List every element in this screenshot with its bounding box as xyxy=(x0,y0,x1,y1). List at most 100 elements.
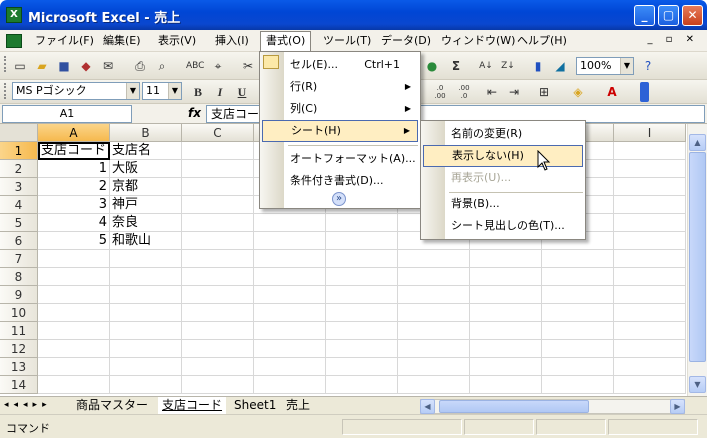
grid-cell[interactable] xyxy=(614,214,686,232)
active-cell[interactable]: 支店コード xyxy=(38,142,110,160)
grid-cell[interactable] xyxy=(542,322,614,340)
insert-function-icon[interactable]: fx xyxy=(188,106,201,120)
column-header[interactable]: I xyxy=(614,124,686,142)
toolbar-grip[interactable] xyxy=(4,56,7,72)
toolbar-grip[interactable] xyxy=(4,83,7,99)
grid-cell[interactable] xyxy=(38,304,110,322)
email-icon[interactable]: ✉ xyxy=(100,58,116,74)
row-header[interactable]: 1 xyxy=(0,142,38,160)
grid-cell[interactable] xyxy=(182,358,254,376)
zoom-select[interactable]: 100% ▼ xyxy=(576,57,634,75)
tab-navigation-icon[interactable]: ◂◂◂▸▸ xyxy=(4,400,52,410)
sheet-tab-product-master[interactable]: 商品マスター xyxy=(72,397,152,414)
autosum-icon[interactable]: Σ xyxy=(448,58,464,74)
grid-cell[interactable] xyxy=(38,358,110,376)
grid-cell[interactable] xyxy=(614,142,686,160)
fill-color-icon[interactable]: ◈ xyxy=(570,84,586,100)
row-header[interactable]: 2 xyxy=(0,160,38,178)
grid-cell[interactable] xyxy=(182,250,254,268)
scroll-down-icon[interactable]: ▼ xyxy=(689,376,706,393)
grid-cell[interactable] xyxy=(182,142,254,160)
grid-cell[interactable] xyxy=(182,322,254,340)
permission-icon[interactable]: ◆ xyxy=(78,58,94,74)
grid-cell[interactable] xyxy=(254,358,326,376)
close-button[interactable]: ✕ xyxy=(682,5,703,26)
grid-cell[interactable] xyxy=(254,250,326,268)
grid-cell[interactable] xyxy=(254,322,326,340)
scroll-thumb[interactable] xyxy=(689,152,706,362)
row-header[interactable]: 4 xyxy=(0,196,38,214)
menu-item-sheet[interactable]: シート(H) ▶ xyxy=(262,120,418,142)
grid-cell[interactable] xyxy=(542,340,614,358)
vertical-scrollbar[interactable]: ▲ ▼ xyxy=(687,124,707,396)
menu-item-conditional-format[interactable]: 条件付き書式(D)... xyxy=(262,170,418,192)
name-box[interactable]: A1 xyxy=(2,105,132,123)
grid-cell[interactable] xyxy=(614,322,686,340)
grid-cell[interactable] xyxy=(398,268,470,286)
grid-cell[interactable] xyxy=(326,358,398,376)
grid-cell[interactable] xyxy=(326,340,398,358)
menu-view[interactable]: 表示(V) xyxy=(153,32,201,50)
sort-descending-icon[interactable]: Z↓ xyxy=(500,58,516,74)
grid-cell[interactable] xyxy=(254,376,326,394)
scroll-up-icon[interactable]: ▲ xyxy=(689,134,706,151)
grid-cell[interactable] xyxy=(182,232,254,250)
grid-cell[interactable] xyxy=(614,160,686,178)
grid-cell[interactable] xyxy=(38,286,110,304)
grid-cell[interactable] xyxy=(254,286,326,304)
research-icon[interactable]: ⌖ xyxy=(210,58,226,74)
maximize-button[interactable]: ▢ xyxy=(658,5,679,26)
grid-cell[interactable] xyxy=(398,340,470,358)
grid-cell[interactable] xyxy=(110,340,182,358)
grid-cell[interactable] xyxy=(182,214,254,232)
data-cell[interactable]: 和歌山 xyxy=(110,232,182,250)
grid-cell[interactable] xyxy=(398,250,470,268)
grid-cell[interactable] xyxy=(182,178,254,196)
data-cell[interactable]: 支店名 xyxy=(110,142,182,160)
expand-menu-icon[interactable]: » xyxy=(332,192,346,206)
horizontal-scrollbar[interactable]: ◀ ▶ xyxy=(420,399,685,414)
chevron-down-icon[interactable]: ▼ xyxy=(620,58,633,74)
help-icon[interactable]: ? xyxy=(640,58,656,74)
grid-cell[interactable] xyxy=(398,304,470,322)
increase-indent-icon[interactable]: ⇥ xyxy=(506,84,522,100)
spelling-icon[interactable]: ABC xyxy=(186,58,204,74)
menu-data[interactable]: データ(D) xyxy=(376,32,436,50)
grid-cell[interactable] xyxy=(542,268,614,286)
menu-file[interactable]: ファイル(F) xyxy=(30,32,99,50)
menu-item-tab-color[interactable]: シート見出しの色(T)... xyxy=(423,215,583,237)
grid-cell[interactable] xyxy=(326,268,398,286)
excel-icon[interactable]: X xyxy=(6,7,22,23)
row-header[interactable]: 8 xyxy=(0,268,38,286)
grid-cell[interactable] xyxy=(470,340,542,358)
row-header[interactable]: 6 xyxy=(0,232,38,250)
open-icon[interactable]: ▰ xyxy=(34,58,50,74)
data-cell[interactable]: 2 xyxy=(38,178,110,196)
grid-cell[interactable] xyxy=(326,376,398,394)
grid-cell[interactable] xyxy=(254,304,326,322)
row-header[interactable]: 12 xyxy=(0,340,38,358)
grid-cell[interactable] xyxy=(38,322,110,340)
toolbar-options-icon[interactable] xyxy=(640,82,649,102)
data-cell[interactable]: 奈良 xyxy=(110,214,182,232)
chart-wizard-icon[interactable]: ▮ xyxy=(530,58,546,74)
borders-icon[interactable]: ⊞ xyxy=(536,84,552,100)
grid-cell[interactable] xyxy=(470,358,542,376)
grid-cell[interactable] xyxy=(254,340,326,358)
grid-cell[interactable] xyxy=(614,268,686,286)
grid-cell[interactable] xyxy=(110,286,182,304)
grid-cell[interactable] xyxy=(470,250,542,268)
grid-cell[interactable] xyxy=(470,304,542,322)
grid-cell[interactable] xyxy=(398,376,470,394)
menu-help[interactable]: ヘルプ(H) xyxy=(512,32,572,50)
decrease-indent-icon[interactable]: ⇤ xyxy=(484,84,500,100)
data-cell[interactable]: 4 xyxy=(38,214,110,232)
new-icon[interactable]: ▭ xyxy=(12,58,28,74)
data-cell[interactable]: 3 xyxy=(38,196,110,214)
row-header[interactable]: 5 xyxy=(0,214,38,232)
grid-cell[interactable] xyxy=(254,268,326,286)
column-header[interactable]: A xyxy=(38,124,110,142)
grid-cell[interactable] xyxy=(38,250,110,268)
grid-cell[interactable] xyxy=(326,322,398,340)
bold-button[interactable]: B xyxy=(190,84,206,100)
